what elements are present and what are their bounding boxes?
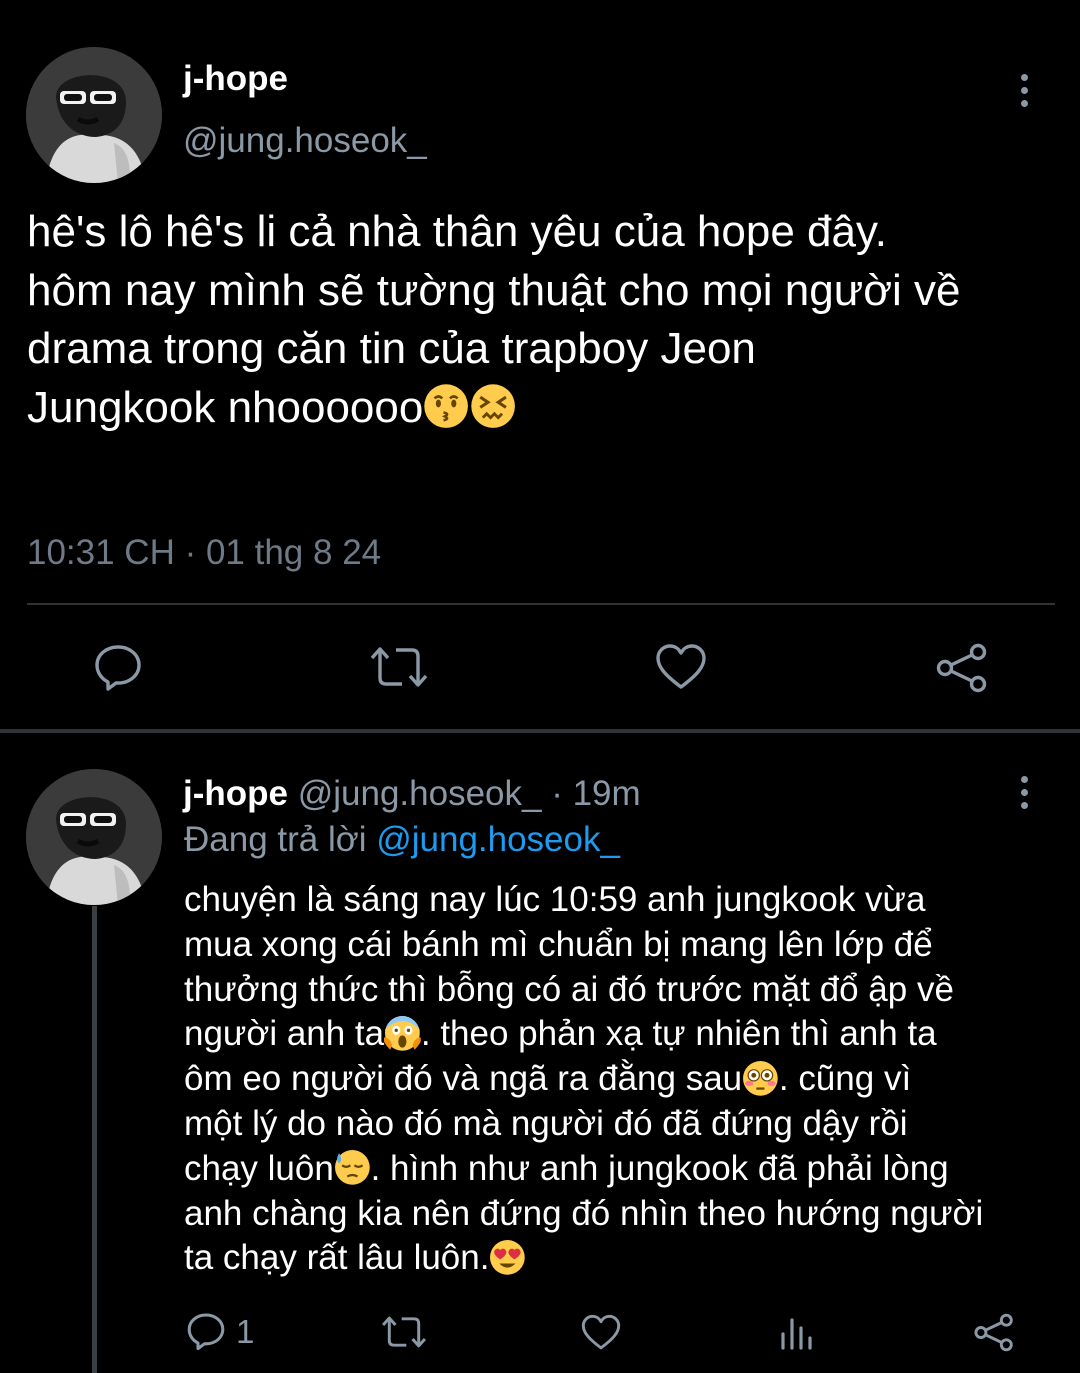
display-name[interactable]: j-hope [183, 59, 288, 99]
heart-eyes-face-emoji [489, 1239, 526, 1276]
reply-text: chuyện là sáng nay lúc 10:59 anh jungkoo… [184, 878, 1064, 1281]
replying-to: Đang trả lời @jung.hoseok_ [184, 820, 620, 860]
flushed-face-emoji [742, 1060, 779, 1097]
tweet-text-line: hê's lô hê's li cả nhà thân yêu của hope… [27, 207, 887, 256]
like-icon [656, 644, 706, 689]
reply-text-line: ôm eo người đó và ngã ra đằng sau. cũng … [184, 1059, 912, 1099]
display-name[interactable]: j-hope [183, 774, 288, 813]
reply-button[interactable] [93, 642, 143, 692]
share-button[interactable] [936, 643, 988, 693]
retweet-button[interactable] [380, 1314, 428, 1350]
more-icon[interactable] [1017, 776, 1031, 816]
confounded-face-emoji [470, 383, 516, 429]
tweet-text-line: hôm nay mình sẽ tường thuật cho mọi ngườ… [27, 265, 961, 315]
like-button[interactable] [655, 643, 707, 691]
retweet-icon [370, 647, 428, 687]
reply-header: j-hope @jung.hoseok_ · 19m [183, 774, 641, 814]
reply-text-line: anh chàng kia nên đứng đó nhìn theo hướn… [184, 1193, 984, 1233]
reply-icon [95, 645, 141, 691]
retweet-button[interactable] [368, 644, 430, 690]
tweet-timestamp[interactable]: 10:31 CH · 01 thg 8 24 [27, 533, 381, 573]
reply-count: 1 [236, 1313, 255, 1350]
retweet-icon [381, 1316, 427, 1348]
like-button[interactable] [581, 1314, 621, 1351]
screaming-face-emoji [384, 1015, 421, 1052]
reply-text-line: thưởng thức thì bỗng có ai đó trước mặt … [184, 969, 954, 1009]
more-icon[interactable] [1017, 74, 1031, 114]
user-handle[interactable]: @jung.hoseok_ [298, 774, 542, 813]
views-button[interactable] [780, 1314, 814, 1350]
downcast-sweat-face-emoji [334, 1149, 371, 1186]
reply-button[interactable] [186, 1311, 226, 1351]
tweet-text-line: drama trong căn tin của trapboy Jeon [27, 324, 756, 373]
replying-to-handle[interactable]: @jung.hoseok_ [376, 820, 620, 859]
section-divider [0, 729, 1080, 733]
tweet-text: hê's lô hê's li cả nhà thân yêu của hope… [27, 203, 1072, 437]
replying-to-label: Đang trả lời [184, 820, 377, 859]
thread-line [92, 906, 97, 1373]
reply-text-line: chạy luôn. hình như anh jungkook đã phải… [184, 1148, 949, 1188]
user-handle[interactable]: @jung.hoseok_ [183, 121, 427, 161]
profile-avatar[interactable] [26, 47, 162, 183]
share-icon [974, 1313, 1013, 1352]
reply-text-line: chuyện là sáng nay lúc 10:59 anh jungkoo… [184, 880, 926, 919]
relative-time[interactable]: 19m [573, 774, 641, 813]
views-icon [781, 1318, 812, 1350]
share-icon [936, 643, 987, 693]
kissing-face-emoji [423, 383, 469, 429]
separator-dot: · [541, 774, 573, 813]
reply-text-line: ta chạy rất lâu luôn. [184, 1236, 1064, 1281]
tweet-text-line: Jungkook nhoooooo [27, 379, 1072, 438]
share-button[interactable] [974, 1313, 1014, 1352]
divider [27, 603, 1055, 605]
like-icon [581, 1314, 621, 1350]
reply-text-line: người anh ta. theo phản xạ tự nhiên thì … [184, 1014, 937, 1054]
reply-text-line: mua xong cái bánh mì chuẩn bị mang lên l… [184, 924, 933, 964]
profile-avatar[interactable] [26, 769, 162, 905]
reply-icon [187, 1313, 225, 1351]
reply-text-line: một lý do nào đó mà người đó đã đứng dậy… [184, 1103, 908, 1143]
